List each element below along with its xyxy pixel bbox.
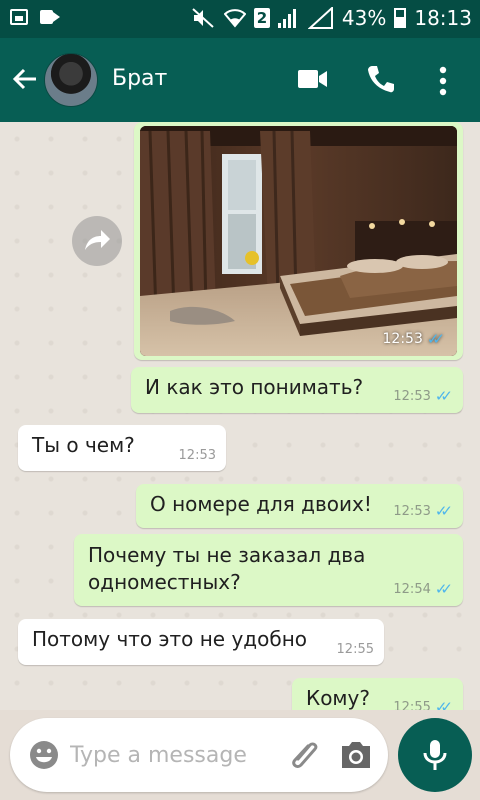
message-line: Почему ты не заказал два <box>88 543 366 567</box>
back-arrow-icon[interactable] <box>12 66 38 92</box>
message-time: 12:54 <box>393 581 431 597</box>
video-notification-icon <box>40 10 60 24</box>
message-meta: 12:55 <box>337 642 374 657</box>
message-time: 12:53 <box>393 388 431 404</box>
image-time: 12:53 <box>382 331 423 347</box>
read-ticks-icon: ✓✓ <box>426 330 445 348</box>
read-ticks-icon: ✓✓ <box>434 580 453 598</box>
message-text: И как это понимать? <box>145 375 364 399</box>
message-meta: 12:53 ✓✓ <box>393 387 453 405</box>
voice-message-button[interactable] <box>398 718 472 792</box>
read-ticks-icon: ✓✓ <box>434 502 453 520</box>
gallery-notification-icon <box>10 9 28 25</box>
clock: 18:13 <box>414 6 472 30</box>
message-time: 12:53 <box>393 503 431 519</box>
status-bar: 2 43% 18:13 <box>0 0 480 38</box>
message-text: О номере для двоих! <box>150 492 372 516</box>
emoji-icon[interactable] <box>28 739 60 771</box>
wifi-icon <box>223 9 246 28</box>
microphone-icon <box>423 740 447 770</box>
message-outgoing[interactable]: О номере для двоих! 12:53 ✓✓ <box>136 484 463 528</box>
read-ticks-icon: ✓✓ <box>434 387 453 405</box>
message-outgoing[interactable]: Почему ты не заказал два одноместных? 12… <box>74 534 463 606</box>
message-outgoing[interactable]: Кому? 12:55 ✓✓ <box>292 678 463 710</box>
message-time: 12:53 <box>178 448 216 463</box>
camera-icon[interactable] <box>340 740 372 770</box>
signal-icon <box>277 8 300 28</box>
bedroom-photo[interactable]: 12:53 ✓✓ <box>140 126 457 356</box>
message-time: 12:55 <box>336 642 374 657</box>
message-meta: 12:54 ✓✓ <box>393 580 453 598</box>
message-text: Почему ты не заказал два одноместных? <box>88 542 365 596</box>
message-meta: 12:55 ✓✓ <box>393 698 453 710</box>
sim-indicator: 2 <box>253 8 270 28</box>
message-text: Ты о чем? <box>32 433 135 457</box>
message-incoming[interactable]: Потому что это не удобно 12:55 <box>18 619 384 665</box>
video-call-icon[interactable] <box>298 68 328 90</box>
message-incoming[interactable]: Ты о чем? 12:53 <box>18 425 226 471</box>
message-outgoing[interactable]: И как это понимать? 12:53 ✓✓ <box>131 367 463 413</box>
overflow-menu-icon[interactable] <box>438 66 448 96</box>
message-meta: 12:53 ✓✓ <box>393 502 453 520</box>
message-input[interactable] <box>70 736 280 774</box>
forward-icon <box>85 230 110 250</box>
mute-icon <box>192 8 214 28</box>
message-text: Кому? <box>306 686 370 710</box>
contact-name[interactable]: Брат <box>112 66 167 91</box>
chat-area[interactable]: 12:53 ✓✓ И как это понимать? 12:53 ✓✓ Ты… <box>0 122 480 710</box>
message-line: одноместных? <box>88 570 241 594</box>
battery-percent: 43% <box>341 6 387 30</box>
read-ticks-icon: ✓✓ <box>434 698 453 710</box>
image-meta: 12:53 ✓✓ <box>383 330 446 348</box>
contact-avatar[interactable] <box>44 53 98 107</box>
voice-call-icon[interactable] <box>366 64 394 94</box>
image-message[interactable]: 12:53 ✓✓ <box>134 122 463 360</box>
attach-icon[interactable] <box>288 737 322 773</box>
bedroom-image <box>140 126 457 356</box>
signal-empty-icon <box>307 7 333 29</box>
message-composer <box>10 718 388 792</box>
battery-icon <box>394 8 407 28</box>
message-time: 12:55 <box>393 699 431 711</box>
message-text: Потому что это не удобно <box>32 627 308 651</box>
chat-header: Брат <box>0 38 480 122</box>
message-meta: 12:53 <box>179 448 216 463</box>
forward-button[interactable] <box>72 216 122 266</box>
